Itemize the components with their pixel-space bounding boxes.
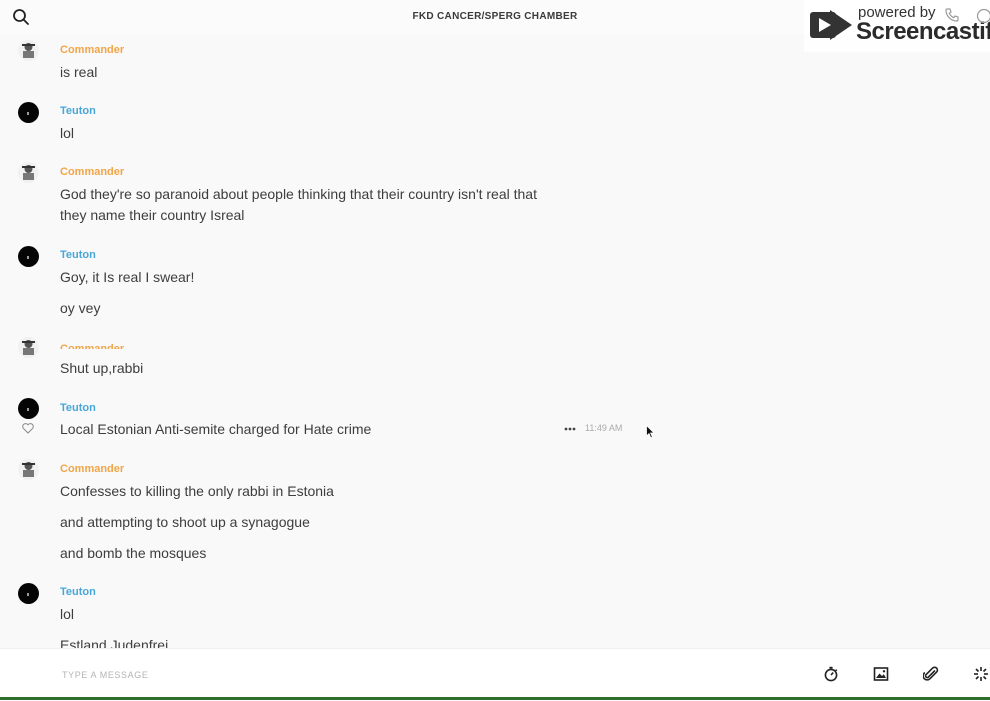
message-composer [0,648,990,701]
sender-name[interactable]: Teuton [60,586,96,598]
sender-name[interactable]: Teuton [60,249,96,261]
info-icon[interactable] [976,8,990,24]
avatar[interactable] [18,162,39,183]
screencastify-watermark: powered by Screencastify [804,0,990,52]
heart-icon[interactable] [22,423,34,434]
message-text: is real [60,64,97,80]
message-text: Local Estonian Anti-semite charged for H… [60,421,371,437]
avatar[interactable] [18,337,39,358]
more-options-icon[interactable] [564,427,576,431]
watermark-brand: Screencastify [856,18,990,46]
message-list[interactable]: Commander is real Teuton lol Commander G… [0,34,990,648]
sender-name[interactable]: Teuton [60,105,96,117]
sender-name[interactable]: Commander [60,463,124,475]
screencastify-logo-icon [808,8,854,44]
message-text: lol [60,606,74,622]
message-text: Confesses to killing the only rabbi in E… [60,483,334,499]
avatar[interactable] [18,102,39,123]
sender-name[interactable]: Commander [60,166,124,178]
message-text: God they're so paranoid about people thi… [60,186,537,202]
paperclip-icon[interactable] [923,666,939,682]
message-text: Shut up,rabbi [60,360,143,376]
avatar[interactable] [18,40,39,61]
phone-icon[interactable] [944,7,960,23]
message-text: they name their country Isreal [60,207,244,223]
message-text: Goy, it Is real I swear! [60,269,194,285]
message-input[interactable] [60,665,624,685]
mouse-cursor-icon [646,425,655,439]
avatar[interactable] [18,246,39,267]
sender-name[interactable]: Commander [60,44,124,56]
message-text: and attempting to shoot up a synagogue [60,514,310,530]
sender-name[interactable]: Commander [60,343,124,349]
avatar[interactable] [18,459,39,480]
message-text: Estland Judenfrei [60,637,168,648]
sparkle-icon[interactable] [973,666,989,682]
avatar[interactable] [18,398,39,419]
message-text: oy vey [60,300,100,316]
sender-name[interactable]: Teuton [60,402,96,414]
message-text: and bomb the mosques [60,545,206,561]
image-icon[interactable] [873,666,889,682]
timer-icon[interactable] [823,666,839,682]
message-timestamp: 11:49 AM [585,423,622,433]
message-text: lol [60,125,74,141]
avatar[interactable] [18,583,39,604]
